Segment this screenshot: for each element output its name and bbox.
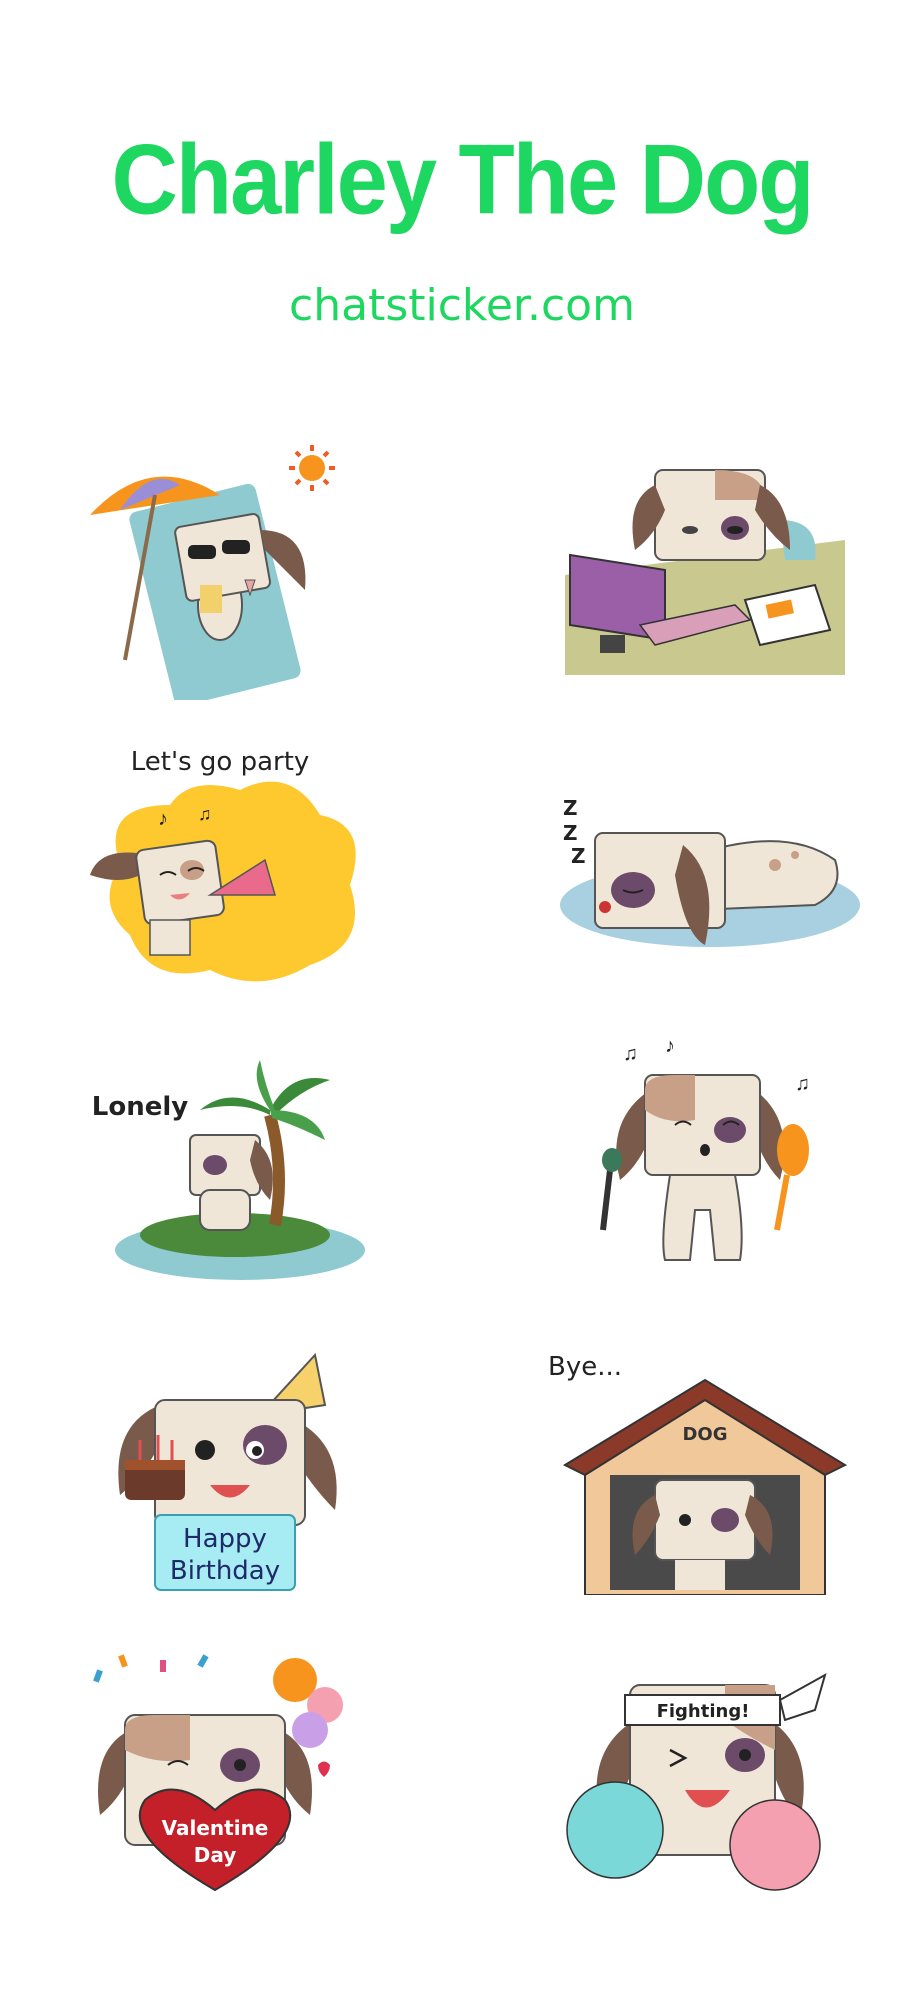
bye-caption: Bye... (548, 1352, 622, 1382)
sticker-beach-sunbathing[interactable] (80, 440, 400, 700)
svg-text:Day: Day (194, 1843, 237, 1867)
music-note-icon: ♪ (158, 808, 168, 830)
snore-z-icon: Z (563, 821, 578, 845)
lonely-caption: Lonely (92, 1092, 188, 1122)
svg-text:Fighting!: Fighting! (657, 1701, 750, 1722)
beach-sunbathing-illustration (90, 445, 335, 700)
sleeping-illustration: Z Z Z (560, 796, 860, 947)
sun-icon (289, 445, 335, 491)
microphone (600, 1148, 622, 1231)
sticker-office-tired[interactable] (545, 440, 865, 700)
sticker-singing-maracas[interactable]: ♫ ♪ ♫ (545, 1030, 865, 1290)
heart-icon (318, 1761, 330, 1777)
doghouse-bye-illustration: Bye... DOG (548, 1352, 848, 1595)
sticker-lonely-island[interactable]: Lonely (80, 1030, 400, 1290)
singing-maracas-illustration: ♫ ♪ ♫ (600, 1035, 810, 1261)
music-note-icon: ♫ (198, 804, 212, 824)
sticker-valentine[interactable]: Valentine Day (80, 1640, 400, 1900)
fighting-cheer-illustration: Fighting! (566, 1672, 827, 1891)
headband: Fighting! (624, 1672, 827, 1726)
sticker-fighting-cheer[interactable]: Fighting! (545, 1640, 865, 1900)
party-illustration: Let's go party ♪ ♫ (90, 747, 356, 982)
music-note-icon: ♫ (795, 1073, 810, 1095)
pom-pom-right (729, 1799, 821, 1891)
music-note-icon: ♫ (623, 1043, 638, 1065)
snore-z-icon: Z (563, 796, 578, 820)
svg-text:Valentine: Valentine (162, 1816, 269, 1840)
sticker-happy-birthday[interactable]: Happy Birthday (80, 1335, 400, 1595)
party-caption: Let's go party (131, 747, 310, 777)
maraca (774, 1124, 809, 1231)
pom-pom-left (566, 1781, 664, 1879)
site-url: chatsticker.com (289, 280, 635, 331)
sticker-doghouse-bye[interactable]: Bye... DOG (545, 1335, 865, 1595)
lonely-island-illustration: Lonely (92, 1060, 365, 1280)
sticker-sleeping[interactable]: Z Z Z (545, 745, 865, 1005)
page-title: Charley The Dog (111, 124, 814, 236)
sticker-party[interactable]: Let's go party ♪ ♫ (80, 745, 400, 1005)
happy-birthday-illustration: Happy Birthday (118, 1352, 337, 1591)
doghouse-sign: DOG (682, 1424, 727, 1445)
music-note-icon: ♪ (665, 1035, 675, 1057)
dog-character (632, 469, 790, 561)
birthday-sign: Happy Birthday (154, 1514, 296, 1591)
svg-text:Happy: Happy (183, 1524, 267, 1554)
office-tired-illustration (565, 469, 845, 675)
svg-text:Birthday: Birthday (170, 1556, 280, 1586)
snore-z-icon: Z (571, 844, 586, 868)
confetti (93, 1654, 209, 1683)
dog-character (616, 1074, 785, 1261)
valentine-illustration: Valentine Day (93, 1654, 343, 1892)
